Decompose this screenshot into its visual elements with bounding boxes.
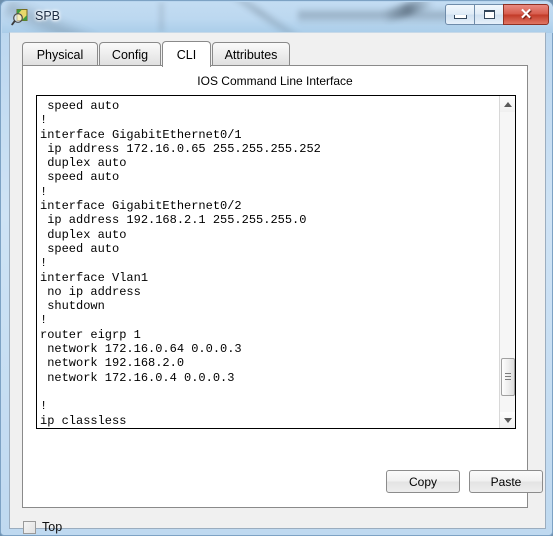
scroll-down-icon[interactable]	[500, 412, 515, 428]
tab-physical[interactable]: Physical	[22, 42, 98, 66]
minimize-icon	[446, 5, 474, 24]
copy-button-label: Copy	[408, 474, 437, 489]
tab-label: Physical	[36, 47, 84, 62]
tab-strip: Physical Config CLI Attributes	[22, 41, 522, 67]
magnifier-document-icon	[11, 9, 28, 26]
scrollbar-thumb[interactable]	[501, 358, 515, 396]
cli-caption-label: IOS Command Line Interface	[197, 74, 353, 88]
console-vertical-scrollbar[interactable]	[499, 96, 515, 428]
scroll-up-icon[interactable]	[500, 96, 515, 112]
title-bar[interactable]: SPB ✕	[2, 2, 553, 33]
minimize-button[interactable]	[445, 4, 475, 25]
paste-button-label: Paste	[490, 474, 522, 489]
tab-cli[interactable]: CLI	[162, 41, 211, 67]
cli-console[interactable]: speed auto ! interface GigabitEthernet0/…	[36, 95, 516, 429]
scrollbar-grip-icon	[505, 373, 511, 381]
top-checkbox-row[interactable]: Top	[23, 520, 62, 534]
top-checkbox-label: Top	[42, 520, 63, 534]
paste-button[interactable]: Paste	[469, 470, 543, 493]
maximize-icon	[475, 5, 503, 24]
top-checkbox[interactable]	[23, 520, 36, 534]
tab-config[interactable]: Config	[99, 42, 161, 66]
cli-output-text: speed auto ! interface GigabitEthernet0/…	[40, 99, 321, 428]
close-icon: ✕	[519, 5, 533, 23]
tab-attributes[interactable]: Attributes	[212, 42, 290, 66]
tab-label: Attributes	[224, 47, 278, 62]
desktop-blur-artifact	[160, 2, 163, 32]
maximize-button[interactable]	[474, 4, 504, 25]
tab-label: CLI	[176, 47, 197, 62]
window-client-area: Physical Config CLI Attributes IOS Comma…	[9, 32, 546, 534]
close-button[interactable]: ✕	[503, 4, 549, 25]
cli-tab-panel: IOS Command Line Interface speed auto ! …	[22, 65, 543, 508]
copy-button[interactable]: Copy	[386, 470, 460, 493]
tab-label: Config	[111, 47, 149, 62]
window-title: SPB	[35, 9, 61, 23]
application-window: SPB ✕ Physical Config CLI Attributes IOS…	[0, 0, 553, 536]
